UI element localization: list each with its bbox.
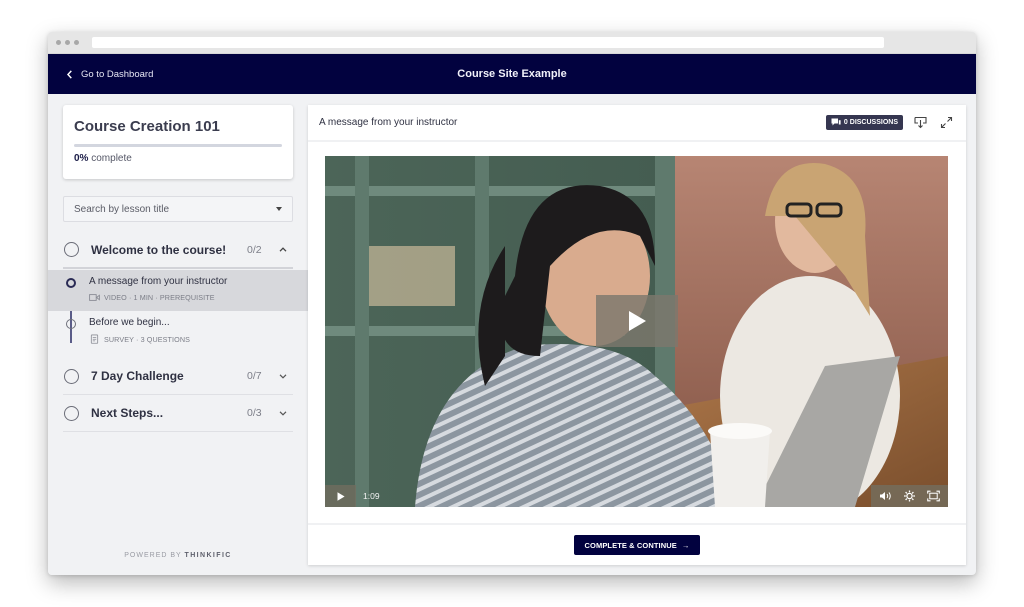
discussions-button[interactable]: 0 DISCUSSIONS bbox=[825, 115, 903, 130]
lesson-footer: COMPLETE & CONTINUE → bbox=[308, 523, 966, 565]
chapter-title: Next Steps... bbox=[91, 406, 164, 420]
browser-window: Go to Dashboard Course Site Example Cour… bbox=[48, 32, 976, 575]
download-icon bbox=[913, 116, 927, 129]
expand-button[interactable] bbox=[937, 114, 955, 132]
gear-icon bbox=[903, 490, 915, 502]
caret-down-icon[interactable] bbox=[276, 207, 282, 211]
chapter-title: 7 Day Challenge bbox=[91, 369, 184, 383]
lesson-search[interactable] bbox=[63, 196, 293, 222]
course-progress-text: 0% complete bbox=[74, 153, 282, 164]
lesson-header: A message from your instructor 0 DISCUSS… bbox=[308, 105, 966, 142]
top-navbar: Go to Dashboard Course Site Example bbox=[48, 54, 976, 94]
video-play-overlay-button[interactable] bbox=[596, 295, 678, 347]
chevron-down-icon[interactable] bbox=[273, 410, 293, 416]
survey-icon bbox=[90, 334, 99, 344]
chapter-title: Welcome to the course! bbox=[91, 242, 227, 257]
lesson-status-circle-icon bbox=[66, 319, 76, 329]
settings-button[interactable] bbox=[903, 490, 916, 502]
chapter-status-circle-icon bbox=[64, 368, 79, 384]
address-bar[interactable] bbox=[92, 37, 884, 48]
lesson-search-input[interactable] bbox=[74, 203, 254, 215]
course-progress-bar bbox=[74, 144, 282, 147]
window-controls bbox=[56, 40, 79, 45]
chevron-left-icon bbox=[66, 69, 72, 79]
lesson-meta: SURVEY · 3 QUESTIONS bbox=[89, 334, 190, 344]
video-play-button[interactable] bbox=[325, 485, 356, 507]
chapter-count: 0/7 bbox=[247, 370, 262, 382]
fullscreen-button[interactable] bbox=[926, 490, 940, 502]
site-title: Course Site Example bbox=[457, 68, 567, 80]
chevron-up-icon[interactable] bbox=[273, 247, 293, 252]
volume-icon bbox=[880, 492, 892, 500]
browser-chrome bbox=[48, 32, 976, 54]
maximize-window-dot[interactable] bbox=[74, 40, 79, 45]
go-to-dashboard-link[interactable]: Go to Dashboard bbox=[66, 54, 153, 94]
course-sidebar: Course Creation 101 0% complete Welcome … bbox=[48, 94, 308, 575]
course-title: Course Creation 101 bbox=[74, 118, 220, 135]
thinkific-logo[interactable]: THINKIFIC bbox=[185, 552, 232, 559]
lesson-item-before-we-begin[interactable]: Before we begin... SURVEY · 3 QUESTIONS bbox=[48, 311, 308, 352]
chapter-count: 0/2 bbox=[247, 243, 262, 256]
chapter-next-steps[interactable]: Next Steps... 0/3 bbox=[63, 395, 293, 432]
lesson-title: Before we begin... bbox=[89, 317, 170, 328]
complete-and-continue-label: COMPLETE & CONTINUE bbox=[584, 540, 677, 550]
progress-suffix: complete bbox=[91, 153, 132, 164]
lesson-meta: VIDEO · 1 MIN · PREREQUISITE bbox=[89, 293, 215, 302]
go-to-dashboard-label: Go to Dashboard bbox=[81, 68, 154, 80]
lesson-heading: A message from your instructor bbox=[319, 117, 458, 128]
course-player: Course Creation 101 0% complete Welcome … bbox=[48, 94, 976, 575]
chapter-status-circle-icon bbox=[64, 405, 79, 421]
lesson-item-message-from-instructor[interactable]: A message from your instructor VIDEO · 1… bbox=[48, 270, 308, 311]
progress-percent: 0% bbox=[74, 153, 89, 164]
video-controls-right bbox=[871, 485, 948, 507]
complete-and-continue-button[interactable]: COMPLETE & CONTINUE → bbox=[573, 535, 701, 555]
close-window-dot[interactable] bbox=[56, 40, 61, 45]
video-controls: 1:09 bbox=[325, 485, 948, 507]
course-card: Course Creation 101 0% complete bbox=[63, 105, 293, 179]
chapter-status-circle-icon bbox=[64, 242, 79, 257]
expand-icon bbox=[940, 116, 952, 129]
powered-by-prefix: POWERED BY bbox=[124, 552, 182, 559]
play-icon bbox=[337, 491, 345, 501]
fullscreen-icon bbox=[926, 490, 940, 502]
download-button[interactable] bbox=[911, 114, 929, 132]
arrow-right-icon: → bbox=[681, 540, 690, 550]
video-time: 1:09 bbox=[363, 491, 380, 501]
chapter-7-day-challenge[interactable]: 7 Day Challenge 0/7 bbox=[63, 358, 293, 395]
lesson-content-panel: A message from your instructor 0 DISCUSS… bbox=[308, 105, 966, 565]
play-icon bbox=[629, 311, 646, 331]
volume-button[interactable] bbox=[879, 490, 892, 502]
video-player[interactable]: 1:09 bbox=[325, 156, 948, 507]
chapter-welcome[interactable]: Welcome to the course! 0/2 bbox=[63, 232, 293, 269]
video-icon bbox=[89, 294, 100, 301]
discussions-label: 0 DISCUSSIONS bbox=[843, 119, 898, 126]
powered-by-footer: POWERED BY THINKIFIC bbox=[48, 552, 308, 559]
discussion-icon bbox=[831, 118, 841, 126]
chapter-count: 0/3 bbox=[247, 407, 262, 419]
lesson-title: A message from your instructor bbox=[89, 276, 228, 287]
chevron-down-icon[interactable] bbox=[273, 373, 293, 379]
lesson-status-circle-icon bbox=[66, 278, 76, 288]
minimize-window-dot[interactable] bbox=[65, 40, 70, 45]
